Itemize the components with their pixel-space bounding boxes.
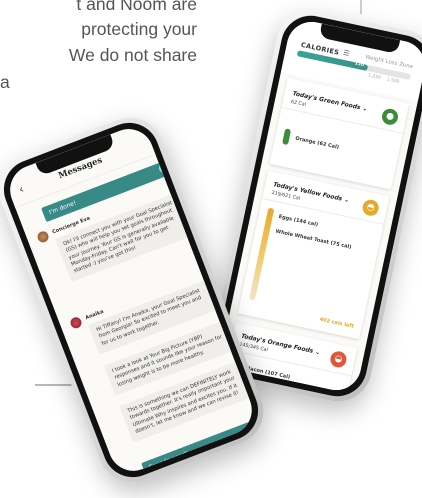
- green-foods-calories: 62 Cal: [290, 99, 307, 108]
- promo-line-3: We do not share: [68, 45, 197, 65]
- avatar-concierge: [35, 229, 51, 244]
- yellow-calories-left: 402 cals left: [319, 316, 355, 330]
- food-item-toast[interactable]: Whole Wheat Toast (75 cal): [275, 229, 352, 251]
- yellow-foods-icon: ◓: [361, 198, 381, 218]
- promo-line-2: protecting your: [81, 19, 197, 39]
- green-foods-icon: ●: [380, 107, 400, 127]
- calorie-progress-value: 110: [354, 61, 365, 69]
- avatar-anaika: [68, 315, 84, 330]
- promo-line-4: a: [0, 72, 10, 92]
- food-log-screen: CALORIES ☰ Weight Loss Zone 110 1,250 1,…: [218, 17, 422, 395]
- promo-line-1: t and Noom are: [76, 0, 197, 14]
- food-item-orange[interactable]: Orange (62 Cal): [295, 136, 340, 151]
- phone-bezel: CALORIES ☰ Weight Loss Zone 110 1,250 1,…: [211, 10, 422, 402]
- green-food-bar: [281, 128, 292, 146]
- background-rule-vertical: [360, 0, 362, 14]
- orange-foods-icon: ◒: [328, 349, 348, 369]
- yellow-foods-card[interactable]: Today's Yellow Foods ⌄ 219/621 Cal ◓ Egg…: [237, 170, 390, 340]
- filter-icon[interactable]: ☰: [342, 49, 350, 58]
- messages-screen: ‹ Messages I'm done! ✓ Concierge Eva Ok!…: [2, 121, 260, 479]
- calorie-tick-1250: 1,250: [367, 73, 382, 81]
- calorie-tick-1500: 1,500: [386, 77, 400, 85]
- food-item-eggs[interactable]: Eggs (144 cal): [278, 214, 318, 228]
- yellow-food-bar: [248, 207, 275, 301]
